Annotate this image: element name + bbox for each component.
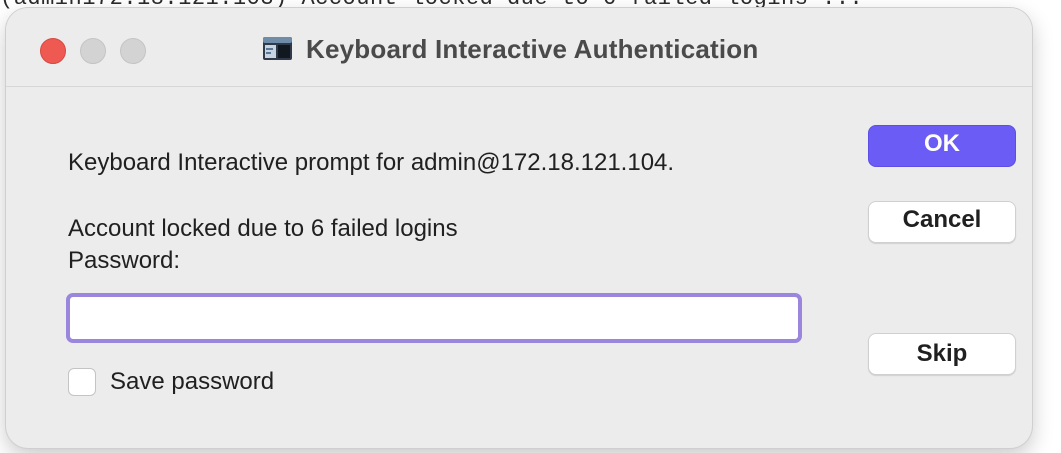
window-title-group: Keyboard Interactive Authentication: [262, 32, 758, 66]
terminal-window-icon: [262, 35, 294, 63]
account-locked-message: Account locked due to 6 failed logins: [68, 215, 458, 242]
window-title: Keyboard Interactive Authentication: [306, 33, 759, 64]
password-label: Password:: [68, 247, 181, 274]
zoom-window-button[interactable]: [120, 38, 146, 64]
close-window-button[interactable]: [40, 38, 66, 64]
password-input[interactable]: [66, 293, 802, 343]
save-password-checkbox[interactable]: [68, 368, 96, 396]
save-password-row[interactable]: Save password: [68, 367, 274, 397]
title-bar: Keyboard Interactive Authentication: [6, 8, 1032, 87]
ok-button[interactable]: OK: [868, 125, 1016, 167]
prompt-text: Keyboard Interactive prompt for admin@17…: [68, 149, 675, 176]
save-password-label[interactable]: Save password: [110, 368, 274, 396]
minimize-window-button[interactable]: [80, 38, 106, 64]
cancel-button[interactable]: Cancel: [868, 201, 1016, 243]
skip-button[interactable]: Skip: [868, 333, 1016, 375]
dialog-content: Keyboard Interactive prompt for admin@17…: [6, 87, 1032, 448]
authentication-dialog: Keyboard Interactive Authentication Keyb…: [6, 8, 1032, 448]
